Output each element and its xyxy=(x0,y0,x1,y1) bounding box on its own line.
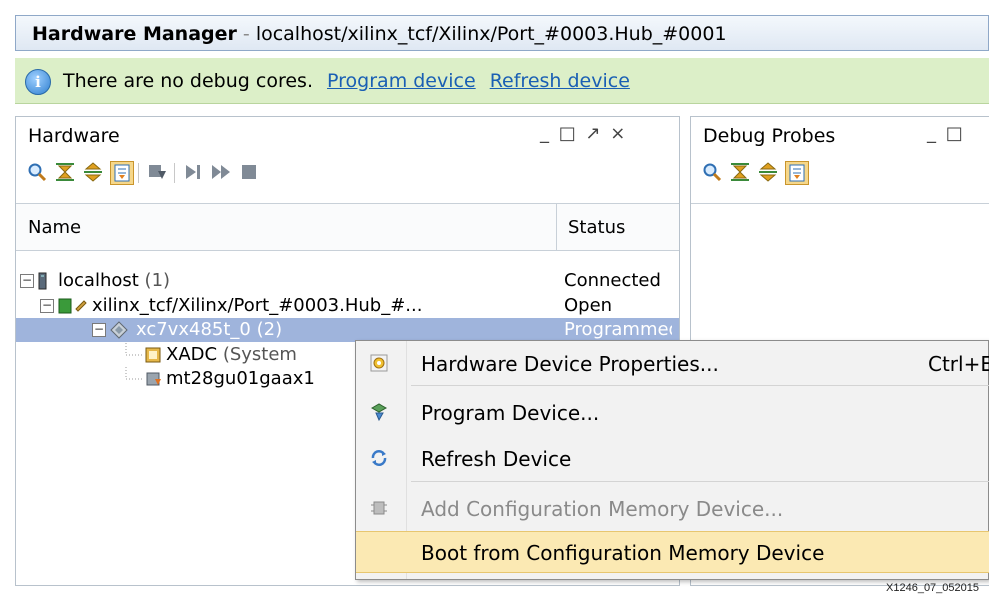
menu-item-shortcut: Ctrl+E xyxy=(928,352,989,376)
context-menu: Hardware Device Properties... Ctrl+E Pro… xyxy=(355,340,989,580)
fpga-chip-icon xyxy=(110,321,128,339)
tree-row-localhost[interactable]: − localhost (1) Connected xyxy=(16,269,679,293)
debug-probes-window-controls[interactable]: _ □ xyxy=(927,123,965,144)
properties-icon xyxy=(370,354,388,372)
menu-item-hardware-device-properties[interactable]: Hardware Device Properties... Ctrl+E xyxy=(356,343,989,383)
menu-separator xyxy=(411,385,989,386)
search-icon[interactable] xyxy=(26,161,48,183)
menu-item-label: Boot from Configuration Memory Device xyxy=(421,541,825,565)
menu-item-boot-from-config-memory[interactable]: Boot from Configuration Memory Device xyxy=(356,531,989,573)
collapse-toggle-icon[interactable]: − xyxy=(40,299,54,313)
collapse-toggle-icon[interactable]: − xyxy=(92,323,106,337)
hardware-panel-window-controls[interactable]: _ □ ↗ × xyxy=(540,123,627,144)
window-path: localhost/xilinx_tcf/Xilinx/Port_#0003.H… xyxy=(255,23,727,45)
refresh-device-link[interactable]: Refresh device xyxy=(490,70,630,92)
tree-row-device-selected[interactable]: − xc7vx485t_0 (2) Programmed xyxy=(16,318,679,342)
window-titlebar: Hardware Manager - localhost/xilinx_tcf/… xyxy=(15,15,989,51)
xadc-name: XADC xyxy=(166,344,218,365)
tree-row-target[interactable]: − xilinx_tcf/Xilinx/Port_#0003.Hub_#... … xyxy=(16,294,679,318)
debug-probes-title: Debug Probes xyxy=(703,125,836,147)
target-status: Open xyxy=(564,295,613,316)
menu-item-refresh-device[interactable]: Refresh Device xyxy=(356,438,989,478)
search-icon[interactable] xyxy=(701,161,723,183)
expand-all-icon[interactable] xyxy=(757,161,779,183)
menu-item-label: Hardware Device Properties... xyxy=(421,352,719,376)
memory-device-icon xyxy=(371,501,387,515)
figure-caption: X1246_07_052015 xyxy=(886,582,979,594)
hardware-panel-title: Hardware xyxy=(28,125,120,147)
refresh-icon xyxy=(371,450,387,466)
tree-connector xyxy=(125,343,144,356)
menu-item-program-device[interactable]: Program Device... xyxy=(356,392,989,432)
run-icon[interactable] xyxy=(210,161,232,183)
program-device-icon xyxy=(370,403,388,422)
xadc-icon xyxy=(145,347,161,363)
auto-scroll-icon[interactable] xyxy=(785,161,809,185)
menu-item-label: Refresh Device xyxy=(421,447,572,471)
tree-connector xyxy=(125,367,144,380)
program-device-link[interactable]: Program device xyxy=(327,70,476,92)
host-name: localhost xyxy=(58,270,139,291)
info-icon: i xyxy=(25,69,51,95)
auto-scroll-icon[interactable] xyxy=(110,161,134,185)
step-icon[interactable] xyxy=(182,161,204,183)
title-separator: - xyxy=(236,23,256,45)
memory-chip-icon xyxy=(146,372,161,386)
host-status: Connected xyxy=(564,270,661,291)
collapse-all-icon[interactable] xyxy=(729,161,751,183)
device-name: xc7vx485t_0 xyxy=(136,319,251,340)
window-title: Hardware Manager xyxy=(32,23,237,45)
collapse-all-icon[interactable] xyxy=(54,161,76,183)
menu-item-label: Add Configuration Memory Device... xyxy=(421,497,784,521)
target-name: xilinx_tcf/Xilinx/Port_#0003.Hub_#... xyxy=(92,295,423,316)
column-status-header[interactable]: Status xyxy=(568,217,625,238)
collapse-toggle-icon[interactable]: − xyxy=(20,274,34,288)
banner-message: There are no debug cores. xyxy=(63,70,313,92)
menu-item-label: Program Device... xyxy=(421,401,600,425)
hardware-table-header: Name Status xyxy=(16,203,679,251)
column-name-header[interactable]: Name xyxy=(28,217,81,238)
program-device-icon[interactable] xyxy=(146,161,168,183)
memory-name: mt28gu01gaax1 xyxy=(166,368,315,389)
device-count: (2) xyxy=(256,319,283,340)
debug-probes-divider xyxy=(691,203,989,204)
stop-icon[interactable] xyxy=(238,161,260,183)
device-status: Programmed xyxy=(564,319,672,340)
server-icon xyxy=(38,272,47,290)
menu-separator xyxy=(411,481,989,482)
menu-item-add-config-memory-device[interactable]: Add Configuration Memory Device... xyxy=(356,488,989,528)
info-banner: i There are no debug cores. Program devi… xyxy=(15,58,989,104)
jtag-target-icon xyxy=(58,298,87,314)
expand-all-icon[interactable] xyxy=(82,161,104,183)
host-count: (1) xyxy=(144,270,171,291)
xadc-detail: (System xyxy=(222,344,297,365)
